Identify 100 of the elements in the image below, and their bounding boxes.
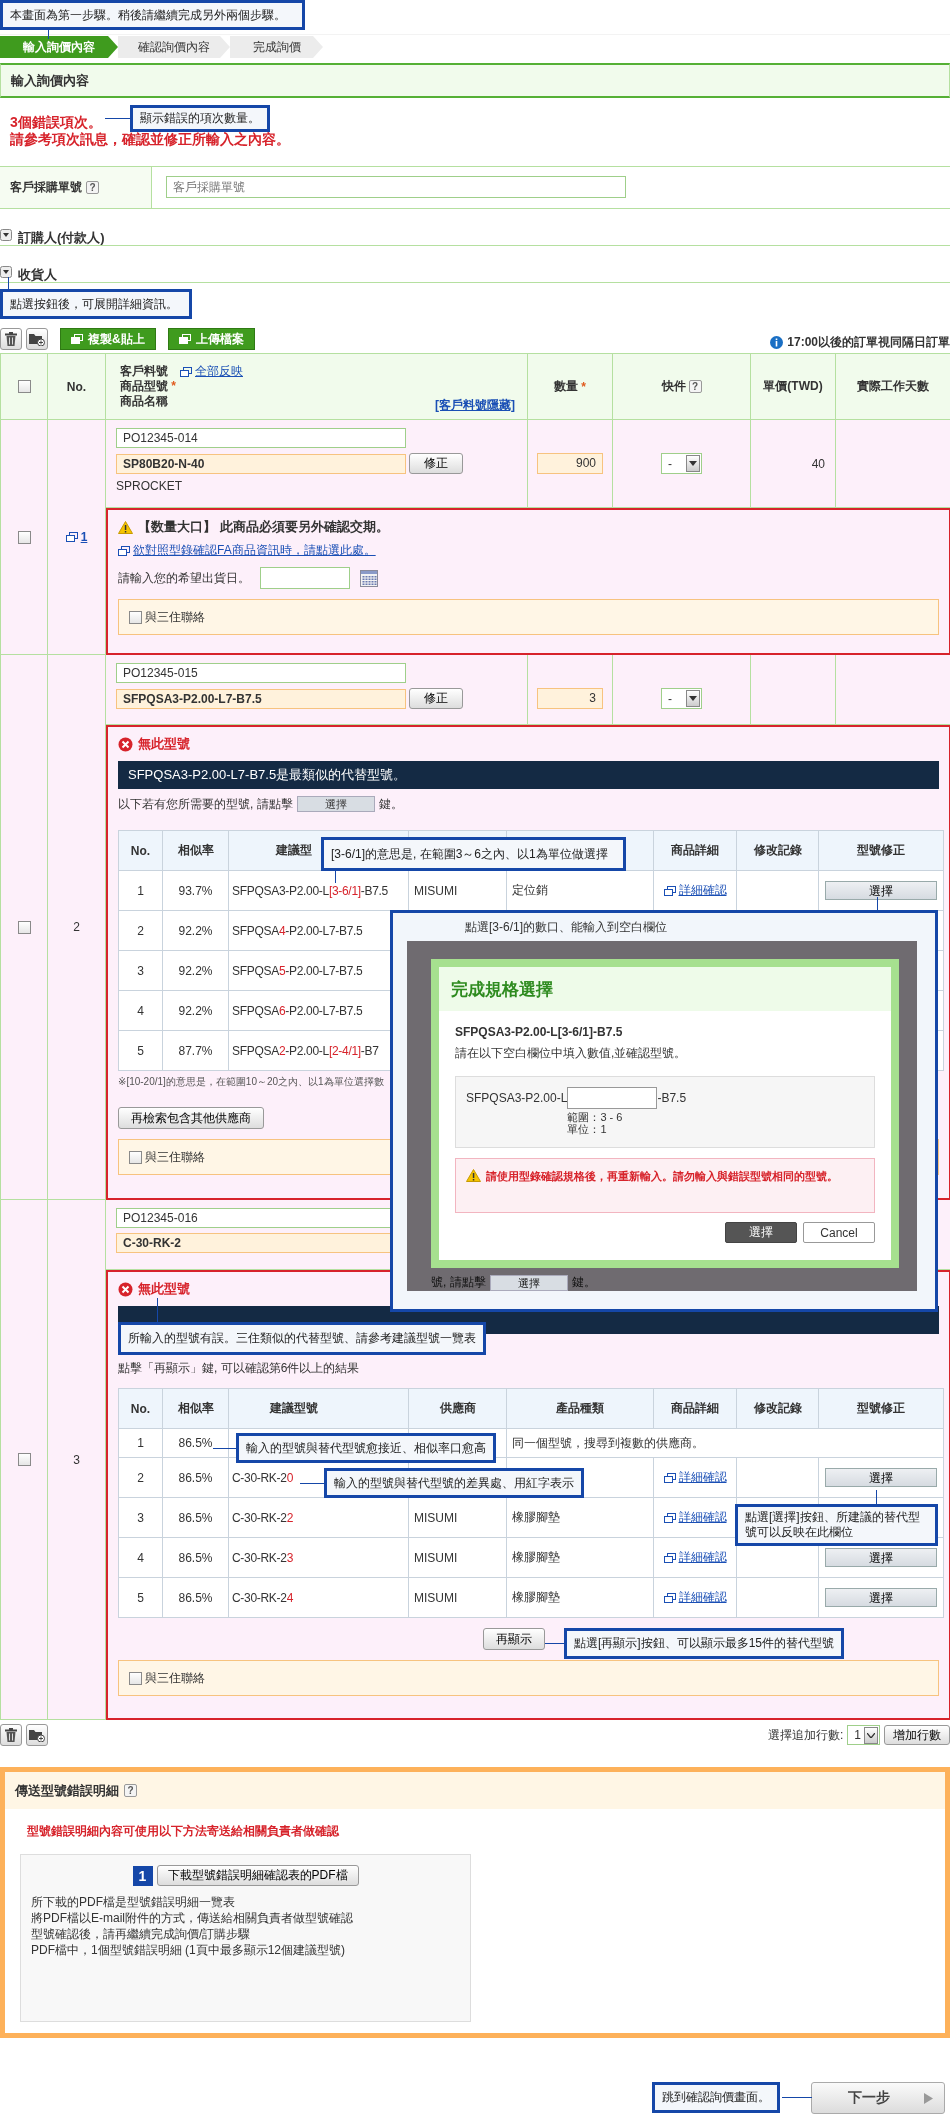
error-title: 無此型號 [138,1280,190,1298]
instruction-text: 所下載的PDF檔是型號錯誤明細一覽表 [31,1894,236,1910]
caret-icon[interactable] [0,266,12,278]
callout: 跳到確認詢價畫面。 [652,2082,780,2113]
unit-text: 單位：1 [567,1123,608,1135]
row-count-select[interactable]: 1 [847,1725,880,1745]
instruction-text: 將PDF檔以E-mail附件的方式，傳送給相關負責者做型號確認 [31,1910,354,1926]
redisplay-button[interactable]: 再顯示 [482,1628,545,1650]
table-cell: 2 [118,910,163,951]
column-header: 產品種類 [506,1388,654,1429]
required-mark: * [581,379,586,394]
dialog-button[interactable]: 選擇 [725,1222,797,1243]
next-button[interactable]: 下一步 [811,2082,945,2114]
leader-line [8,277,9,289]
checkbox-label: 與三住聯絡 [145,608,205,626]
folder-plus-icon [29,332,45,346]
action-button[interactable]: 上傳檔案 [167,328,255,350]
window-icon [663,1592,676,1603]
leader-line [157,1298,158,1322]
delete-button[interactable] [0,1724,22,1746]
checkbox[interactable] [129,1150,142,1164]
dialog-button[interactable]: Cancel [803,1222,875,1243]
column-header: 型號修正 [818,1388,944,1429]
fix-button[interactable]: 修正 [409,453,463,474]
code-suffix: -B7.5 [657,1090,687,1107]
callout: 顯示錯誤的項次數量。 [130,105,270,132]
table-cell: 橡膠腳墊 [506,1577,654,1618]
instruction-text: 點擊「再顯示」鍵, 可以確認第6件以上的結果 [118,1360,361,1376]
express-select[interactable]: - [661,688,702,709]
column-header: 型號修正 [818,830,944,871]
instruction-text: 請在以下空白欄位中填入數值,並確認型號。 [455,1045,688,1062]
input-field[interactable] [567,1087,658,1109]
fix-button[interactable]: 修正 [409,688,463,709]
express-select[interactable]: - [661,453,702,474]
caret-icon[interactable] [0,229,12,241]
table-cell: 86.5% [162,1457,229,1498]
help-button[interactable]: ? [124,1784,137,1797]
callout: [3-6/1]的意思是, 在範圍3～6之內、以1為單位做選擇 [321,837,626,871]
column-header: No. [118,830,163,871]
date-label: 請輸入您的希望出貨日。 [118,569,250,587]
search-again-button[interactable]: 再檢索包含其他供應商 [118,1107,264,1129]
column-header: 快件 [661,378,686,395]
item-number: 2 [73,920,80,934]
panel-title: 傳送型號錯誤明細 [15,1781,119,1800]
checkbox[interactable] [129,610,142,624]
caret-icon [689,461,697,466]
model-field[interactable]: SP80B20-N-40 [116,453,406,474]
product-name: SPROCKET [116,479,183,493]
help-button[interactable]: ? [688,380,702,393]
warning-message: 【数量大口】 此商品必須要另外確認交期。 [138,518,389,536]
checkbox[interactable] [17,380,31,393]
column-header: 單價(TWD) [763,378,823,395]
select-button[interactable]: 選擇 [825,1548,937,1567]
checkbox[interactable] [17,1453,31,1466]
callout: 本畫面為第一步驟。稍後請繼續完成另外兩個步驟。 [0,0,305,30]
add-folder-button[interactable] [26,1724,48,1746]
add-rows-button[interactable]: 增加行數 [884,1725,950,1745]
column-header: 修改記錄 [736,1388,819,1429]
table-cell: MISUMI [408,1577,507,1618]
table-cell: 92.2% [162,910,229,951]
select-button[interactable]: 選擇 [825,1588,937,1607]
callout: 點選按鈕後，可展開詳細資訊。 [0,289,192,319]
table-cell: 2 [118,1457,163,1498]
table-cell: 橡膠腳墊 [506,1537,654,1578]
table-cell: 3 [118,1497,163,1538]
table-cell: C-30-RK-24 [228,1577,409,1618]
leader-line [48,30,49,39]
reflect-all-link[interactable]: 全部反映 [180,364,243,379]
delete-button[interactable] [0,328,22,350]
hide-part-link[interactable]: [客戶料號隱藏] [435,398,515,413]
checkbox[interactable] [17,920,31,934]
checkbox[interactable] [17,530,31,544]
instruction-text: 型號確認後，請再繼續完成詢價/訂購步驟 [31,1926,252,1942]
checkbox[interactable] [129,1671,142,1685]
add-folder-button[interactable] [26,328,48,350]
po-number-field[interactable]: 客戶採購單號 [166,176,626,198]
select-button[interactable]: 選擇 [825,1468,937,1487]
customer-part-field[interactable]: PO12345-014 [116,428,406,448]
code-prefix: SFPQSA3-P2.00-L [466,1090,568,1107]
action-button[interactable]: 複製&貼上 [60,328,156,350]
key-chip: 選擇 [489,1274,568,1291]
required-mark: * [171,379,176,393]
field-label: 選擇追加行數: [767,1726,844,1744]
catalog-link[interactable]: 欲對照型錄確認FA商品資訊時，請點選此處。 [118,542,376,559]
select-button[interactable]: 選擇 [825,881,937,900]
item-number: 3 [73,1452,80,1467]
info-icon [770,336,784,349]
table-cell: MISUMI [408,1537,507,1578]
quantity-field[interactable]: 900 [537,453,603,474]
customer-part-field[interactable]: PO12345-015 [116,663,406,683]
help-button[interactable]: ? [86,181,99,194]
calendar-icon[interactable] [360,569,378,587]
date-field[interactable] [260,567,350,589]
window-icon [71,334,83,344]
item-number-link[interactable]: 1 [65,530,88,544]
column-header: 相似率 [162,1388,229,1429]
column-header: 供應商 [408,1388,507,1429]
quantity-field[interactable]: 3 [537,688,603,709]
download-button[interactable]: 下載型號錯誤明細確認表的PDF檔 [156,1865,359,1886]
model-field[interactable]: SFPQSA3-P2.00-L7-B7.5 [116,688,406,709]
